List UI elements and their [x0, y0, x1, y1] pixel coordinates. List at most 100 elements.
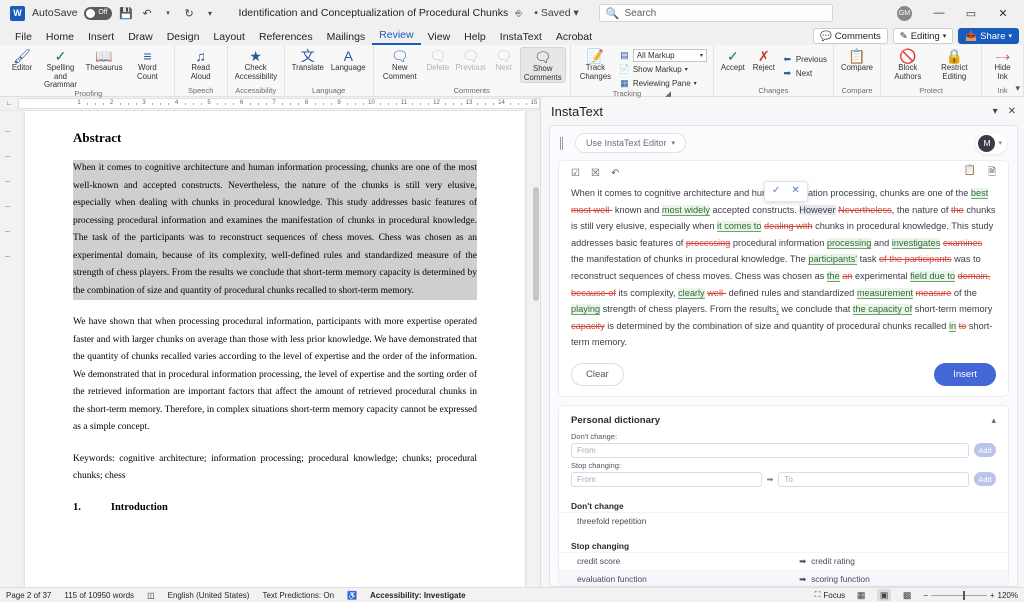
- check-icon[interactable]: ✓: [772, 183, 780, 200]
- tab-design[interactable]: Design: [160, 31, 207, 45]
- reject-all-icon[interactable]: ☒: [591, 168, 600, 179]
- highlighted-token[interactable]: However: [799, 205, 835, 215]
- tab-layout[interactable]: Layout: [206, 31, 252, 45]
- stop-changing-from-input[interactable]: From: [571, 472, 762, 487]
- deletion-token[interactable]: capacity: [571, 321, 605, 331]
- show-markup-button[interactable]: 📄 Show Markup ▾: [617, 63, 709, 76]
- block-authors-button[interactable]: 🚫 Block Authors: [885, 47, 931, 81]
- deletion-token[interactable]: an: [842, 271, 852, 281]
- tab-selector-icon[interactable]: ∟: [0, 100, 18, 107]
- compare-text-icon[interactable]: 🗎: [988, 165, 996, 182]
- word-count-button[interactable]: ≡ Word Count: [125, 47, 169, 81]
- search-box[interactable]: 🔍 Search: [599, 4, 833, 22]
- insertion-token[interactable]: the: [827, 271, 840, 282]
- ruler-scale[interactable]: 123456789101112131415: [18, 98, 540, 109]
- translate-button[interactable]: 文 Translate: [289, 47, 327, 73]
- focus-button[interactable]: ⛶ Focus: [815, 590, 845, 600]
- deletion-token[interactable]: the: [951, 205, 964, 215]
- zoom-slider[interactable]: [931, 595, 987, 596]
- dont-change-add-button[interactable]: Add: [974, 443, 996, 457]
- dictionary-row[interactable]: threefold repetition: [559, 512, 1008, 530]
- tab-home[interactable]: Home: [39, 31, 81, 45]
- stop-changing-to-input[interactable]: To: [778, 472, 969, 487]
- reject-button[interactable]: ✗ Reject: [749, 47, 779, 73]
- deletion-token[interactable]: most well-: [571, 205, 612, 215]
- insertion-token[interactable]: clearly: [678, 288, 705, 299]
- copy-icon[interactable]: 📋: [964, 165, 976, 182]
- deletion-token[interactable]: Nevertheless: [838, 205, 892, 215]
- undo-icon[interactable]: ↶: [611, 168, 619, 179]
- suggestion-text[interactable]: When it comes to cognitive architecture …: [559, 183, 1008, 357]
- deletion-token[interactable]: processing: [686, 238, 730, 248]
- deletion-token[interactable]: of the participants: [879, 254, 952, 264]
- insertion-token[interactable]: processing: [827, 238, 871, 249]
- read-mode-icon[interactable]: ▦: [854, 589, 868, 601]
- markup-view-combo[interactable]: All Markup ▾: [633, 49, 707, 62]
- tab-acrobat[interactable]: Acrobat: [549, 31, 599, 45]
- dictionary-row[interactable]: credit score➡credit rating: [559, 552, 1008, 570]
- maximize-button[interactable]: ▭: [956, 1, 986, 25]
- comments-button[interactable]: 💬 Comments: [813, 28, 888, 44]
- deletion-token[interactable]: well-: [707, 288, 726, 298]
- insertion-token[interactable]: measurement: [857, 288, 913, 299]
- zoom-level[interactable]: 120%: [998, 591, 1018, 600]
- document-scrollbar[interactable]: [532, 111, 540, 587]
- text-predictions-indicator[interactable]: Text Predictions: On: [262, 591, 334, 600]
- insert-button[interactable]: Insert: [934, 363, 996, 386]
- language-button[interactable]: A Language: [328, 47, 369, 73]
- hide-ink-button[interactable]: ⤍ Hide Ink: [986, 47, 1019, 81]
- insertion-token[interactable]: best: [971, 188, 988, 199]
- check-accessibility-button[interactable]: ★ Check Accessibility: [232, 47, 280, 81]
- insertion-token[interactable]: the capacity of: [853, 304, 912, 315]
- redo-icon[interactable]: ↻: [180, 4, 199, 23]
- insertion-token[interactable]: investigates: [892, 238, 941, 249]
- use-instatext-editor-dropdown[interactable]: Use InstaText Editor ▾: [575, 133, 686, 153]
- keywords-paragraph[interactable]: Keywords: cognitive architecture; inform…: [73, 451, 477, 486]
- chevron-up-icon[interactable]: ▴: [991, 415, 996, 426]
- close-icon[interactable]: ✕: [1008, 106, 1016, 117]
- read-aloud-button[interactable]: ♫ Read Aloud: [179, 47, 223, 81]
- undo-icon[interactable]: ↶: [138, 4, 157, 23]
- autosave-toggle[interactable]: Off: [84, 7, 112, 20]
- accessibility-indicator[interactable]: Accessibility: Investigate: [370, 591, 466, 600]
- tab-help[interactable]: Help: [457, 31, 493, 45]
- proofing-errors-icon[interactable]: ◫: [147, 591, 155, 600]
- paragraph-2[interactable]: We have shown that when processing proce…: [73, 314, 477, 437]
- tracking-dialog-launcher[interactable]: ◢: [643, 89, 671, 98]
- zoom-out-button[interactable]: −: [923, 591, 928, 600]
- customize-quick-access-icon[interactable]: ▾: [201, 4, 220, 23]
- horizontal-ruler[interactable]: ∟ 123456789101112131415: [0, 97, 540, 111]
- tab-view[interactable]: View: [421, 31, 458, 45]
- web-layout-icon[interactable]: ▩: [900, 589, 914, 601]
- new-comment-button[interactable]: 🗨 New Comment: [378, 47, 422, 81]
- language-indicator[interactable]: English (United States): [168, 591, 250, 600]
- deletion-token[interactable]: measure: [916, 288, 952, 298]
- tab-instatext[interactable]: InstaText: [493, 31, 549, 45]
- tab-draw[interactable]: Draw: [121, 31, 160, 45]
- show-comments-button[interactable]: 🗨 Show Comments: [520, 47, 566, 83]
- accept-all-icon[interactable]: ☑: [571, 168, 580, 179]
- close-button[interactable]: ✕: [988, 1, 1018, 25]
- tab-references[interactable]: References: [252, 31, 320, 45]
- document-page[interactable]: Abstract When it comes to cognitive arch…: [25, 111, 525, 587]
- print-layout-icon[interactable]: ▣: [877, 589, 891, 601]
- chevron-down-icon[interactable]: ▾: [993, 106, 998, 117]
- scrollbar-thumb[interactable]: [533, 187, 539, 301]
- undo-caret-icon[interactable]: ▾: [159, 4, 178, 23]
- account-menu[interactable]: M ▾: [976, 133, 1007, 154]
- stop-changing-add-button[interactable]: Add: [974, 472, 996, 486]
- previous-change-button[interactable]: ⬅ Previous: [780, 53, 829, 66]
- minimize-button[interactable]: —: [924, 1, 954, 25]
- insertion-token[interactable]: field due to: [910, 271, 955, 282]
- insertion-token[interactable]: it comes to: [717, 221, 761, 232]
- zoom-in-button[interactable]: +: [990, 591, 995, 600]
- editing-mode-button[interactable]: ✎ Editing ▾: [893, 28, 954, 44]
- abstract-paragraph[interactable]: When it comes to cognitive architecture …: [73, 160, 477, 300]
- insertion-token[interactable]: participants': [808, 254, 857, 265]
- track-changes-button[interactable]: 📝 Track Changes: [575, 47, 616, 81]
- word-count-indicator[interactable]: 115 of 10950 words: [64, 591, 134, 600]
- dictionary-header[interactable]: Personal dictionary ▴: [559, 406, 1008, 432]
- page-indicator[interactable]: Page 2 of 37: [6, 591, 51, 600]
- tab-insert[interactable]: Insert: [81, 31, 121, 45]
- tab-mailings[interactable]: Mailings: [320, 31, 373, 45]
